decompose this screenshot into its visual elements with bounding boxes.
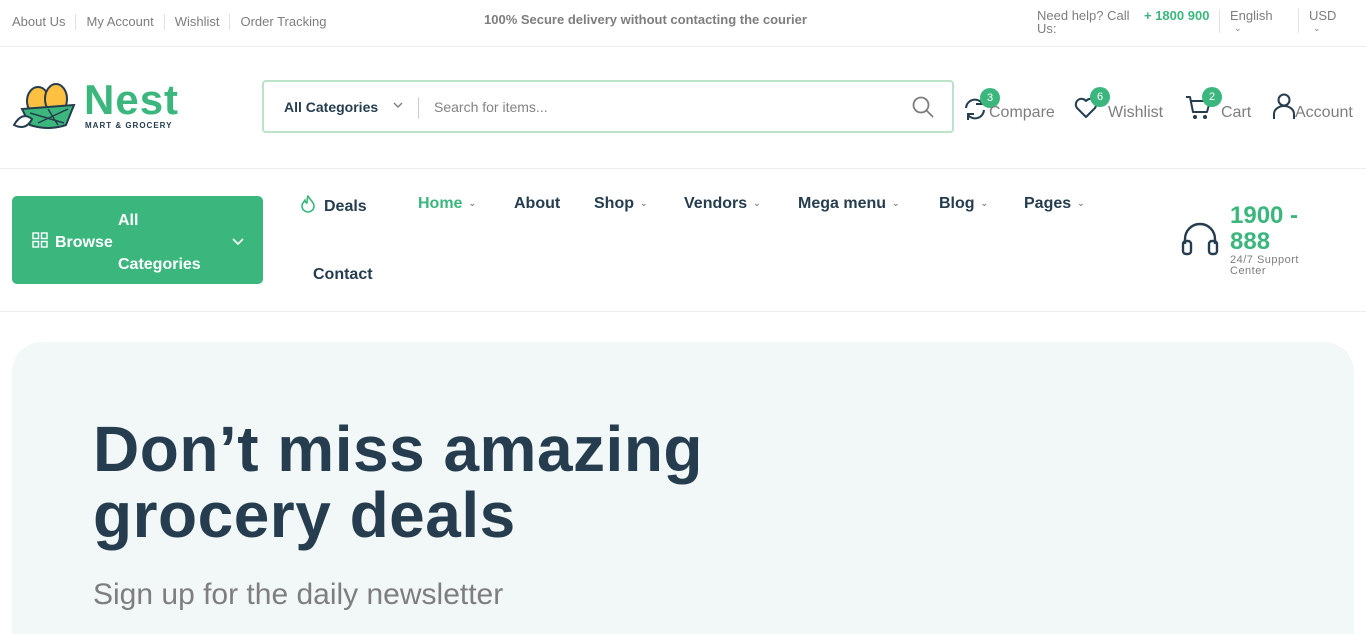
browse-categories-label: All Browse Categories: [55, 210, 201, 276]
main-nav: All Browse Categories Deals Home ⌄ About …: [0, 169, 1366, 312]
nav-mega-menu[interactable]: Mega menu ⌄: [798, 195, 900, 213]
support-phone[interactable]: 1900 - 888: [1230, 203, 1320, 255]
hero-title: Don’t miss amazing grocery deals: [93, 413, 703, 551]
cart-count-badge: 2: [1202, 87, 1222, 107]
nav-home-label: Home: [418, 195, 463, 212]
nav-shop[interactable]: Shop ⌄: [594, 195, 648, 213]
browse-label-categories: Categories: [118, 256, 201, 273]
wishlist-button[interactable]: 6 Wishlist: [1073, 87, 1168, 124]
search-bar: All Categories: [262, 80, 954, 133]
compare-label: Compare: [989, 104, 1055, 121]
top-links: About Us My Account Wishlist Order Track…: [12, 14, 336, 30]
nav-deals[interactable]: Deals: [298, 194, 367, 216]
search-input[interactable]: [434, 93, 894, 121]
account-label: Account: [1295, 104, 1353, 121]
nav-deals-label: Deals: [324, 198, 367, 215]
main-header: Nest MART & GROCERY All Categories 3 Com…: [0, 47, 1366, 169]
nav-mega-menu-label: Mega menu: [798, 195, 887, 212]
chevron-down-icon: ⌄: [1313, 23, 1321, 33]
nav-about[interactable]: About: [514, 195, 560, 213]
chevron-down-icon: ⌄: [892, 198, 900, 208]
support-label: 24/7 Support Center: [1230, 254, 1299, 277]
nav-blog[interactable]: Blog ⌄: [939, 195, 988, 213]
cart-button[interactable]: 2 Cart: [1185, 87, 1255, 124]
browse-categories-button[interactable]: All Browse Categories: [12, 196, 263, 284]
logo-tagline: MART & GROCERY: [85, 121, 173, 130]
compare-button[interactable]: 3 Compare: [962, 88, 1057, 124]
nav-about-label: About: [514, 195, 561, 212]
browse-label-browse: Browse: [55, 234, 113, 251]
logo[interactable]: Nest MART & GROCERY: [12, 79, 187, 135]
top-bar: About Us My Account Wishlist Order Track…: [0, 0, 1366, 47]
chevron-down-icon: ⌄: [1234, 23, 1242, 33]
browse-label-all: All: [118, 212, 139, 229]
basket-logo-icon: [12, 83, 76, 129]
nav-vendors[interactable]: Vendors ⌄: [684, 195, 761, 213]
link-about-us[interactable]: About Us: [12, 14, 75, 30]
chevron-down-icon: [393, 102, 403, 108]
language-label: English: [1230, 8, 1273, 23]
grid-icon: [32, 232, 48, 248]
account-button[interactable]: Account: [1272, 92, 1358, 124]
nav-shop-label: Shop: [594, 195, 634, 212]
chevron-down-icon: ⌄: [468, 198, 476, 208]
currency-label: USD: [1309, 8, 1337, 23]
link-my-account[interactable]: My Account: [75, 14, 163, 30]
cart-label: Cart: [1221, 104, 1252, 121]
newsletter-hero: Don’t miss amazing grocery deals Sign up…: [12, 342, 1354, 634]
search-divider: [418, 97, 419, 119]
help-label: Need help? Call Us:: [1037, 8, 1130, 36]
logo-name: Nest: [84, 76, 180, 123]
nav-home[interactable]: Home ⌄: [418, 195, 476, 213]
link-order-tracking[interactable]: Order Tracking: [229, 14, 336, 30]
help-phone[interactable]: + 1800 900: [1144, 9, 1214, 22]
search-icon[interactable]: [912, 96, 934, 118]
nav-vendors-label: Vendors: [684, 195, 748, 212]
hero-subtitle: Sign up for the daily newsletter: [93, 578, 504, 611]
wishlist-count-badge: 6: [1090, 87, 1110, 107]
headset-icon: [1181, 222, 1219, 256]
nav-pages[interactable]: Pages ⌄: [1024, 195, 1085, 213]
nav-pages-label: Pages: [1024, 195, 1072, 212]
link-wishlist[interactable]: Wishlist: [163, 14, 230, 30]
promo-message: 100% Secure delivery without contacting …: [484, 12, 807, 27]
flame-icon: [301, 195, 315, 213]
search-category-select[interactable]: All Categories: [284, 99, 378, 115]
language-selector[interactable]: English ⌄: [1219, 9, 1273, 33]
wishlist-label: Wishlist: [1108, 104, 1164, 121]
chevron-down-icon: ⌄: [640, 198, 648, 208]
chevron-down-icon: ⌄: [980, 198, 989, 208]
nav-contact[interactable]: Contact: [313, 266, 373, 284]
chevron-down-icon: ⌄: [1077, 198, 1085, 208]
currency-selector[interactable]: USD ⌄: [1298, 9, 1336, 33]
nav-contact-label: Contact: [313, 266, 373, 283]
chevron-down-icon: ⌄: [753, 198, 761, 208]
nav-blog-label: Blog: [939, 195, 975, 212]
chevron-down-icon: [232, 238, 244, 246]
user-icon: [1273, 93, 1295, 119]
